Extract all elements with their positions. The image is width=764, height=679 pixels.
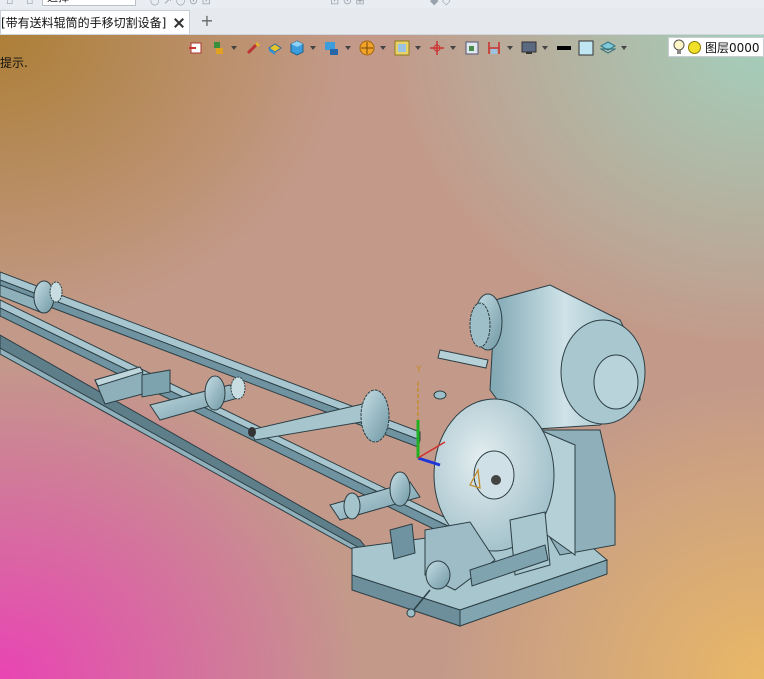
document-tab-bar: [带有送料辊筒的手移切割设备] +: [0, 8, 764, 35]
svg-text:Y: Y: [415, 365, 422, 375]
cad-model[interactable]: Y: [0, 35, 764, 679]
insert-icon[interactable]: [186, 38, 206, 58]
view-toolbar: [186, 36, 633, 60]
monitor-dropdown[interactable]: [541, 38, 549, 58]
section-icon[interactable]: [484, 38, 504, 58]
display-dropdown[interactable]: [344, 38, 352, 58]
frame-icon[interactable]: [392, 38, 412, 58]
cube-dropdown[interactable]: [309, 38, 317, 58]
layer-name: 图层0000: [705, 40, 760, 55]
layer-selector[interactable]: 图层0000: [668, 37, 764, 57]
tab-document-label: [带有送料辊筒的手移切割设备]: [1, 16, 167, 30]
sphere-icon[interactable]: [357, 38, 377, 58]
monitor-icon[interactable]: [519, 38, 539, 58]
tab-document[interactable]: [带有送料辊筒的手移切割设备]: [0, 10, 190, 34]
ribbon-icon: ▫: [26, 0, 34, 7]
sphere-dropdown[interactable]: [379, 38, 387, 58]
new-tab-button[interactable]: +: [198, 12, 216, 30]
csys-dropdown[interactable]: [449, 38, 457, 58]
csys-icon[interactable]: [427, 38, 447, 58]
fill-color-icon[interactable]: [576, 38, 596, 58]
line-color-icon[interactable]: [554, 38, 574, 58]
view-icon[interactable]: [208, 38, 228, 58]
layer-stack-icon[interactable]: [598, 38, 618, 58]
render-icon[interactable]: [265, 38, 285, 58]
view-dropdown[interactable]: [230, 38, 238, 58]
ribbon-icon: ◆ ◇: [430, 0, 451, 7]
paint-icon[interactable]: [243, 38, 263, 58]
section-dropdown[interactable]: [506, 38, 514, 58]
ribbon-icon: ⊡ ⊙ ⊞: [330, 0, 365, 7]
close-icon[interactable]: [172, 16, 186, 30]
frame-dropdown[interactable]: [414, 38, 422, 58]
graphics-viewport[interactable]: 提示. Y 图层0000: [0, 35, 764, 679]
layer-color-icon: [688, 40, 701, 54]
cube-icon[interactable]: [287, 38, 307, 58]
display-icon[interactable]: [322, 38, 342, 58]
selection-filter-combo[interactable]: 选择: [42, 0, 136, 6]
lightbulb-icon[interactable]: [672, 39, 686, 55]
ribbon-icon: ▫: [6, 0, 14, 7]
layer-stack-dropdown[interactable]: [620, 38, 628, 58]
view2-icon[interactable]: [462, 38, 482, 58]
ribbon-icon: ○ ↗ ○ ⊙ ⊡: [150, 0, 211, 7]
